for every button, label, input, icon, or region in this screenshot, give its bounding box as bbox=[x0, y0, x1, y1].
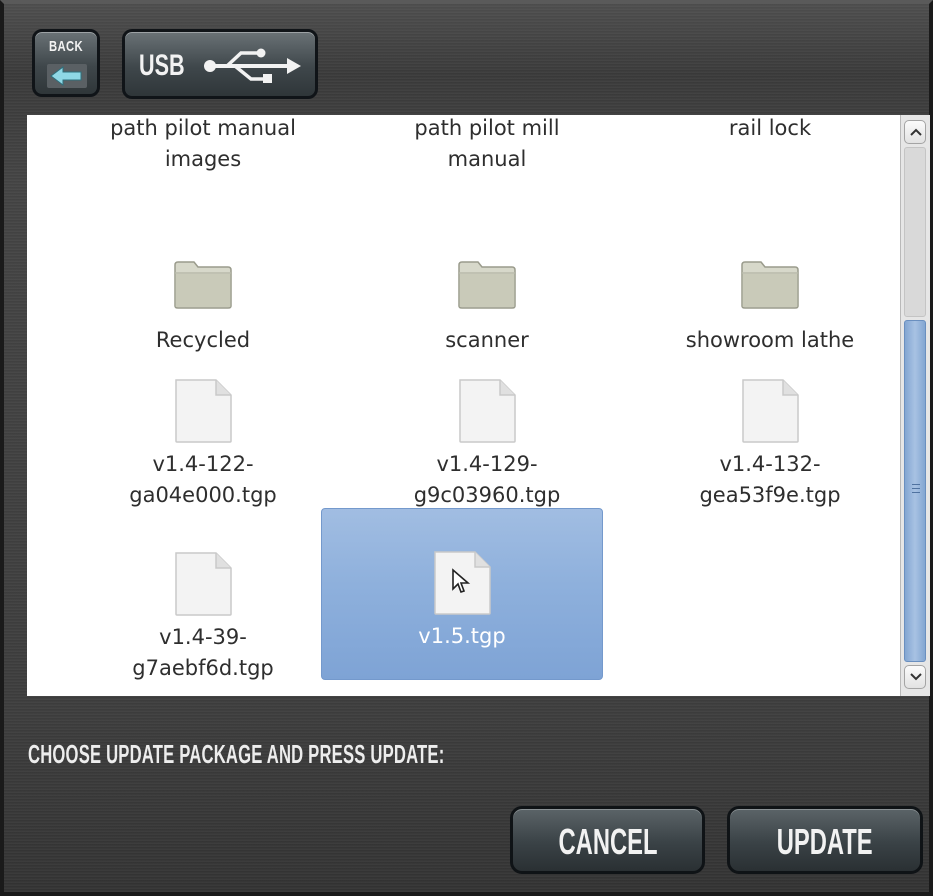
file-name: path pilot mill bbox=[414, 116, 560, 140]
file-name: v1.4-129- bbox=[436, 452, 538, 476]
cancel-button[interactable]: CANCEL bbox=[510, 806, 705, 874]
file-name: ga04e000.tgp bbox=[129, 483, 277, 507]
chevron-up-icon bbox=[910, 128, 922, 136]
file-name: images bbox=[164, 147, 242, 171]
vertical-scrollbar[interactable] bbox=[900, 115, 930, 696]
scroll-track[interactable] bbox=[904, 147, 926, 317]
file-name: v1.5.tgp bbox=[418, 624, 506, 648]
file-name: path pilot manual bbox=[110, 116, 296, 140]
arrow-left-icon bbox=[47, 64, 87, 88]
file-name: rail lock bbox=[728, 116, 812, 140]
file-icon bbox=[458, 379, 516, 447]
file-item[interactable]: v1.4-122- ga04e000.tgp bbox=[62, 337, 344, 509]
file-name: g7aebf6d.tgp bbox=[132, 656, 274, 680]
file-icon bbox=[174, 379, 232, 447]
file-browser: path pilot manual images path pilot mill ma… bbox=[27, 115, 900, 696]
file-name: v1.4-39- bbox=[159, 625, 247, 649]
grip-icon bbox=[912, 484, 920, 493]
back-button[interactable]: BACK bbox=[32, 29, 100, 97]
usb-icon bbox=[204, 48, 301, 83]
update-button[interactable]: UPDATE bbox=[727, 806, 923, 874]
usb-label: USB bbox=[139, 49, 185, 82]
file-name: g9c03960.tgp bbox=[413, 483, 561, 507]
prompt-label: CHOOSE UPDATE PACKAGE AND PRESS UPDATE: bbox=[28, 739, 445, 769]
file-item[interactable]: v1.5.tgp bbox=[321, 508, 603, 680]
file-name: v1.4-122- bbox=[152, 452, 254, 476]
folder-icon bbox=[174, 261, 232, 313]
file-item[interactable]: v1.4-129- g9c03960.tgp bbox=[346, 337, 628, 509]
back-label: BACK bbox=[48, 38, 84, 55]
file-item[interactable]: v1.4-39- g7aebf6d.tgp bbox=[62, 510, 344, 682]
folder-icon bbox=[741, 261, 799, 313]
usb-button[interactable]: USB bbox=[122, 29, 318, 99]
file-icon bbox=[741, 379, 799, 447]
scroll-up-button[interactable] bbox=[904, 120, 926, 144]
cancel-label: CANCEL bbox=[558, 821, 657, 862]
scroll-thumb[interactable] bbox=[904, 320, 926, 662]
file-item[interactable]: v1.4-132- gea53f9e.tgp bbox=[629, 337, 900, 509]
update-label: UPDATE bbox=[777, 821, 873, 862]
file-name: manual bbox=[447, 147, 527, 171]
file-icon bbox=[433, 551, 491, 619]
file-icon bbox=[174, 552, 232, 620]
scroll-down-button[interactable] bbox=[904, 665, 926, 689]
file-name: gea53f9e.tgp bbox=[699, 483, 841, 507]
chevron-down-icon bbox=[910, 673, 922, 681]
file-name: v1.4-132- bbox=[719, 452, 821, 476]
folder-icon bbox=[458, 261, 516, 313]
